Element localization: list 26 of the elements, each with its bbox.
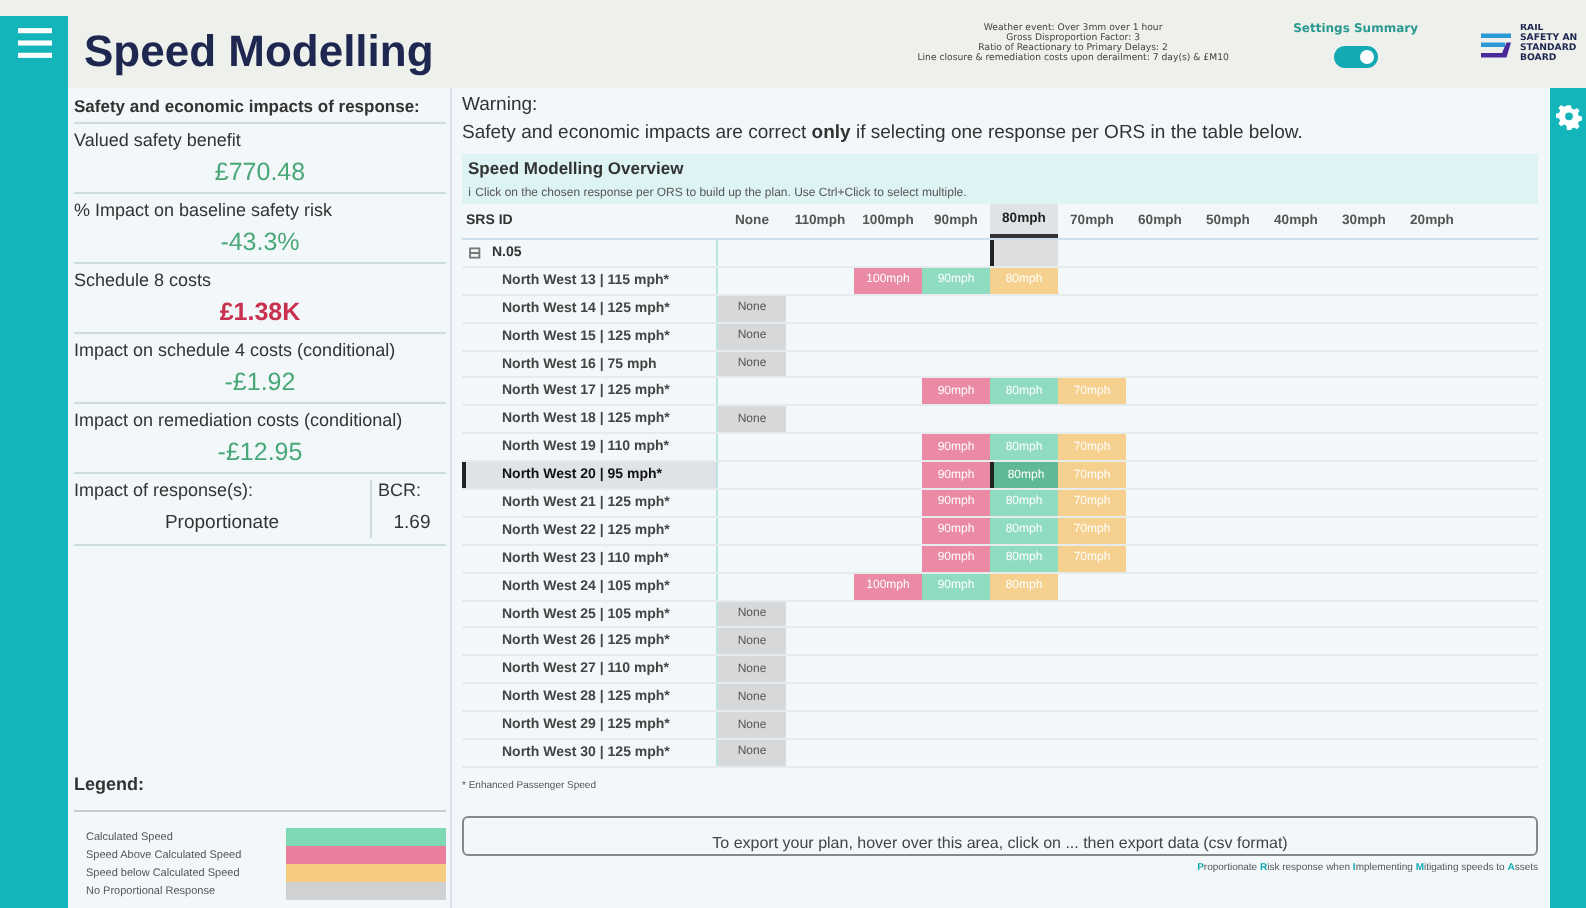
warning-title: Warning:: [462, 92, 540, 116]
bcr-label: BCR:: [378, 480, 424, 500]
menu-icon[interactable]: [17, 28, 51, 58]
metric-label: Impact on remediation costs (conditional): [74, 410, 405, 430]
settings-toggle[interactable]: [1333, 45, 1378, 67]
collapse-toggle[interactable]: ⊟: [468, 243, 482, 262]
bcr-value: 1.69: [391, 510, 433, 538]
metric-value: -£12.95: [215, 436, 305, 468]
logo-icon: [1478, 30, 1514, 58]
metric-label: % Impact on baseline safety risk: [74, 200, 335, 220]
warning-text: Safety and economic impacts are correct only if selecting one response per ORS in the table below.: [462, 120, 1305, 148]
response-value: Proportionate: [162, 510, 282, 538]
export-note[interactable]: To export your plan, hover over this area, click on ... then export data (csv format): [462, 815, 1538, 856]
settings-icon[interactable]: [1555, 104, 1581, 130]
metric-label: Valued safety benefit: [74, 130, 243, 150]
metric-label: Impact on schedule 4 costs (conditional): [74, 340, 398, 360]
legend-title: Legend:: [74, 774, 446, 812]
metric-value: -43.3%: [218, 226, 302, 258]
metric-value: £770.48: [212, 156, 308, 188]
metric-label: Schedule 8 costs: [74, 270, 214, 290]
response-label: Impact of response(s):: [74, 480, 256, 500]
metric-value: £1.38K: [217, 296, 303, 328]
focused-cell[interactable]: [990, 240, 1058, 266]
overview-title: Speed Modelling Overview: [468, 158, 686, 178]
page-title: Speed Modelling: [84, 26, 436, 78]
metric-value: -£1.92: [222, 366, 298, 398]
